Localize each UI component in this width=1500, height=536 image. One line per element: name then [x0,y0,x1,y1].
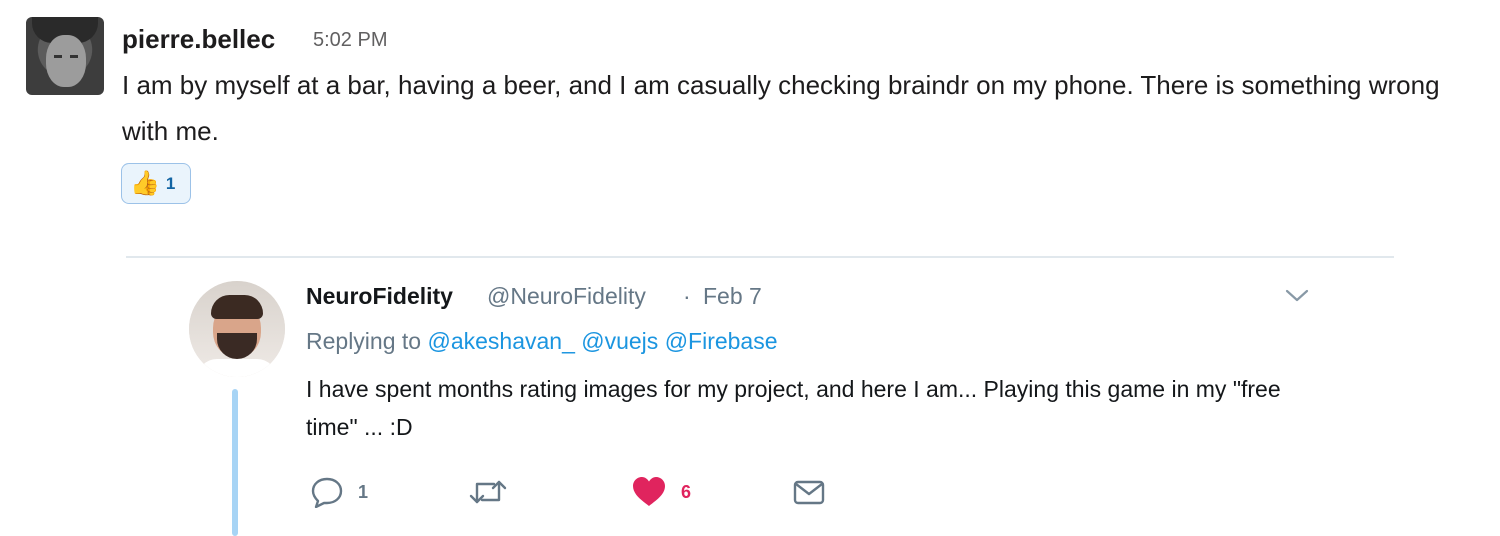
tweet-author-handle[interactable]: @NeuroFidelity [487,283,646,310]
slack-avatar[interactable] [26,17,104,95]
reply-count: 1 [358,481,369,502]
thumbs-up-icon: 👍 [130,169,160,197]
avatar-eye [54,55,62,58]
reply-icon [311,477,343,508]
reply-button[interactable]: 1 [310,474,368,510]
mention-link[interactable]: @vuejs [581,328,658,354]
message-text: I am by myself at a bar, having a beer, … [122,70,1440,146]
reaction-thumbsup[interactable]: 👍 1 [121,163,191,204]
avatar-hair [211,295,263,319]
mention-link[interactable]: @Firebase [665,328,778,354]
attachment-divider [126,256,1394,258]
tweet-date[interactable]: Feb 7 [703,283,762,310]
like-button[interactable]: 6 [631,474,691,510]
mention-link[interactable]: @akeshavan_ [427,328,574,354]
retweet-icon [469,480,507,504]
heart-icon [633,477,665,506]
message-timestamp[interactable]: 5:02 PM [313,29,387,52]
envelope-icon [793,480,825,505]
avatar-face [46,35,86,87]
retweet-button[interactable] [468,474,508,510]
replying-to-label: Replying to [306,328,422,354]
tweet-separator: · [683,283,691,309]
avatar-eye [70,55,78,58]
chevron-down-icon[interactable] [1284,285,1310,305]
reaction-count: 1 [165,173,176,193]
like-count: 6 [681,481,692,502]
tweet-author-name[interactable]: NeuroFidelity [306,283,453,310]
replying-to: Replying to @akeshavan_ @vuejs @Firebase [306,328,778,355]
avatar-shirt [197,359,277,377]
tweet-avatar[interactable] [189,281,285,377]
thread-line [232,389,238,536]
message-author[interactable]: pierre.bellec [122,24,275,55]
direct-message-button[interactable] [792,474,826,510]
tweet-text: I have spent months rating images for my… [306,376,1281,440]
